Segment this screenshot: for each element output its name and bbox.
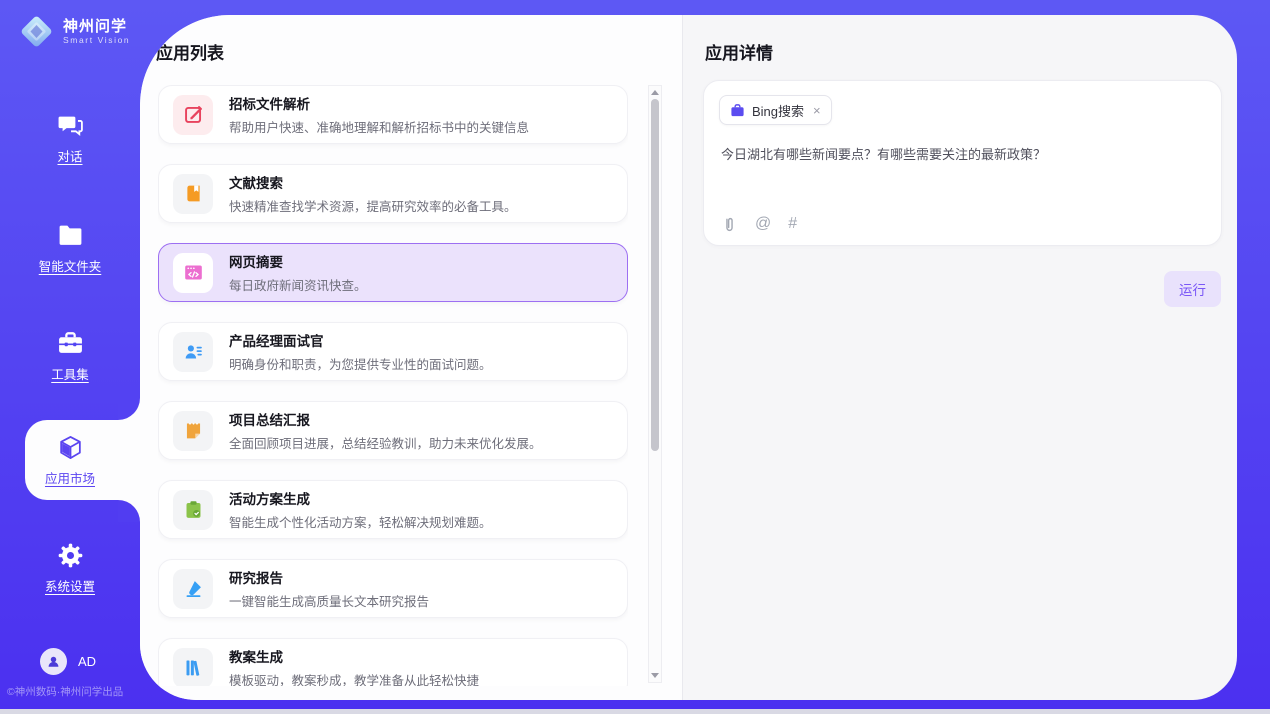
sidebar-item-smart-folders[interactable]: 智能文件夹	[0, 222, 140, 275]
input-toolbar: @ #	[721, 214, 797, 234]
app-card-title: 活动方案生成	[229, 488, 492, 508]
app-card-title: 教案生成	[229, 646, 479, 666]
clipboard-check-icon	[173, 490, 213, 530]
edit-doc-icon	[173, 95, 213, 135]
sidebar-item-toolset[interactable]: 工具集	[0, 330, 140, 383]
app-card[interactable]: 教案生成 模板驱动，教案秒成，教学准备从此轻松快捷	[158, 638, 628, 686]
gear-icon	[57, 542, 84, 569]
tag-close-icon[interactable]: ×	[813, 103, 821, 118]
app-card-title: 网页摘要	[229, 251, 367, 271]
active-tab-fillet-top	[118, 398, 140, 420]
brand-name: 神州问学	[63, 18, 130, 35]
scrollbar-thumb[interactable]	[651, 99, 659, 451]
app-card-description: 每日政府新闻资讯快查。	[229, 275, 367, 294]
sidebar: 神州问学 Smart Vision 对话 智能文件夹 工具集 应用市场 系统设置…	[0, 0, 140, 714]
app-card[interactable]: 研究报告 一键智能生成高质量长文本研究报告	[158, 559, 628, 618]
browser-code-icon	[173, 253, 213, 293]
note-icon	[173, 411, 213, 451]
query-input-card[interactable]: Bing搜索 × 今日湖北有哪些新闻要点？有哪些需要关注的最新政策？ @ #	[703, 80, 1222, 246]
app-card-title: 项目总结汇报	[229, 409, 542, 429]
sidebar-item-system-settings[interactable]: 系统设置	[0, 542, 140, 595]
app-card-title: 产品经理面试官	[229, 330, 492, 350]
app-card[interactable]: 活动方案生成 智能生成个性化活动方案，轻松解决规划难题。	[158, 480, 628, 539]
attachment-icon[interactable]	[721, 216, 738, 233]
app-list-panel: 应用列表 招标文件解析 帮助用户快速、准确地理解和解析招标书中的关键信息 文献搜…	[140, 15, 682, 700]
app-card-list: 招标文件解析 帮助用户快速、准确地理解和解析招标书中的关键信息 文献搜索 快速精…	[158, 85, 628, 686]
sidebar-item-chat[interactable]: 对话	[0, 112, 140, 165]
folder-icon	[57, 222, 84, 249]
window-bottom-edge	[0, 709, 1270, 714]
brand-logo: 神州问学 Smart Vision	[18, 13, 130, 50]
content-window: 应用列表 招标文件解析 帮助用户快速、准确地理解和解析招标书中的关键信息 文献搜…	[140, 15, 1237, 700]
app-card-title: 招标文件解析	[229, 93, 529, 113]
user-avatar-icon	[40, 648, 67, 675]
app-card-description: 智能生成个性化活动方案，轻松解决规划难题。	[229, 512, 492, 531]
user-account[interactable]: AD	[40, 648, 96, 675]
interviewer-icon	[173, 332, 213, 372]
app-window: { "app": { "brand": "神州问学", "brand_sub":…	[0, 0, 1270, 714]
mention-icon[interactable]: @	[755, 214, 771, 234]
tool-tag-label: Bing搜索	[752, 101, 804, 120]
app-card-description: 一键智能生成高质量长文本研究报告	[229, 591, 429, 610]
copyright-text: ©神州数码·神州问学出品	[7, 684, 123, 699]
chat-icon	[57, 112, 84, 139]
app-card-description: 快速精准查找学术资源，提高研究效率的必备工具。	[229, 196, 517, 215]
briefcase-icon	[730, 103, 745, 118]
app-detail-title: 应用详情	[705, 39, 773, 64]
query-text-input[interactable]: 今日湖北有哪些新闻要点？有哪些需要关注的最新政策？	[721, 145, 1205, 164]
books-icon	[173, 648, 213, 687]
cube-icon	[57, 434, 84, 461]
book-icon	[173, 174, 213, 214]
sidebar-item-app-market[interactable]: 应用市场	[0, 434, 140, 487]
toolbox-icon	[57, 330, 84, 357]
scrollbar[interactable]	[648, 85, 662, 683]
run-button[interactable]: 运行	[1164, 271, 1221, 307]
tool-tag-bing-search[interactable]: Bing搜索 ×	[719, 95, 832, 125]
app-card-description: 帮助用户快速、准确地理解和解析招标书中的关键信息	[229, 117, 529, 136]
app-card-title: 研究报告	[229, 567, 429, 587]
report-pen-icon	[173, 569, 213, 609]
app-card[interactable]: 文献搜索 快速精准查找学术资源，提高研究效率的必备工具。	[158, 164, 628, 223]
brand-subtitle: Smart Vision	[63, 35, 130, 45]
scrollbar-up-arrow-icon[interactable]	[651, 90, 659, 95]
app-card[interactable]: 项目总结汇报 全面回顾项目进展，总结经验教训，助力未来优化发展。	[158, 401, 628, 460]
app-card[interactable]: 招标文件解析 帮助用户快速、准确地理解和解析招标书中的关键信息	[158, 85, 628, 144]
active-tab-fillet-bottom	[118, 500, 140, 522]
app-card[interactable]: 产品经理面试官 明确身份和职责，为您提供专业性的面试问题。	[158, 322, 628, 381]
app-card-title: 文献搜索	[229, 172, 517, 192]
user-initials: AD	[78, 654, 96, 669]
app-card[interactable]: 网页摘要 每日政府新闻资讯快查。	[158, 243, 628, 302]
scrollbar-down-arrow-icon[interactable]	[651, 673, 659, 678]
app-list-title: 应用列表	[156, 39, 224, 64]
app-card-description: 明确身份和职责，为您提供专业性的面试问题。	[229, 354, 492, 373]
app-card-description: 全面回顾项目进展，总结经验教训，助力未来优化发展。	[229, 433, 542, 452]
brand-diamond-icon	[18, 13, 55, 50]
hash-icon[interactable]: #	[788, 214, 797, 234]
app-detail-panel: 应用详情 Bing搜索 × 今日湖北有哪些新闻要点？有哪些需要关注的最新政策？	[683, 15, 1237, 700]
app-card-description: 模板驱动，教案秒成，教学准备从此轻松快捷	[229, 670, 479, 686]
